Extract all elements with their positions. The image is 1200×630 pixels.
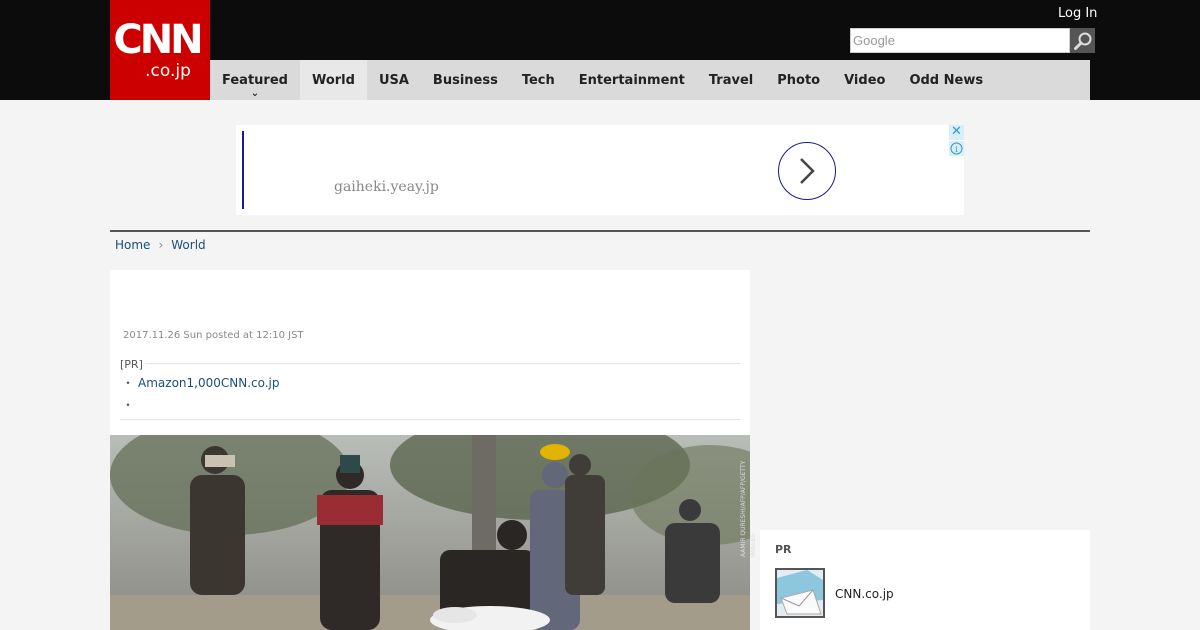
photo-credit: AAMIR QURESHI/AFP/AFP/GETTY IMAGES bbox=[740, 460, 757, 557]
pr-top-rule bbox=[120, 363, 740, 364]
chevron-down-icon: ⌄ bbox=[250, 88, 260, 99]
nav-item-tech[interactable]: Tech bbox=[510, 60, 567, 100]
breadcrumb-world[interactable]: World bbox=[171, 238, 205, 252]
chevron-right-icon bbox=[800, 158, 815, 184]
nav-item-photo[interactable]: Photo bbox=[765, 60, 832, 100]
nav-item-world[interactable]: World bbox=[299, 60, 367, 100]
pr-bottom-rule bbox=[120, 419, 740, 420]
nav-item-featured[interactable]: Featured ⌄ bbox=[210, 60, 300, 100]
pr-list-item: ・ bbox=[122, 396, 138, 413]
sidebar-pr-thumbnail[interactable] bbox=[775, 568, 825, 618]
nav-item-travel[interactable]: Travel bbox=[697, 60, 765, 100]
ad-close-icon[interactable]: ✕ bbox=[949, 125, 964, 140]
nav-item-label: Business bbox=[432, 72, 498, 88]
nav-item-video[interactable]: Video bbox=[832, 60, 897, 100]
ad-banner[interactable]: gaiheki.yeay.jp bbox=[236, 125, 964, 215]
search-icon bbox=[1073, 32, 1091, 50]
nav-item-usa[interactable]: USA bbox=[367, 60, 421, 100]
bullet: ・ bbox=[122, 376, 135, 390]
ad-accent-bar bbox=[242, 131, 244, 209]
article-date: 2017.11.26 Sun posted at 12:10 JST bbox=[123, 330, 304, 341]
pr-list-item: ・ Amazon1,000CNN.co.jp bbox=[122, 374, 280, 391]
logo-text: CNN bbox=[113, 17, 203, 63]
sidebar-pr-label: PR bbox=[775, 543, 792, 556]
sidebar-pr-title[interactable]: CNN.co.jp bbox=[835, 587, 894, 601]
info-icon: i bbox=[950, 142, 963, 155]
nav-item-label: Tech bbox=[521, 72, 555, 88]
nav-item-label: Entertainment bbox=[578, 72, 685, 88]
main-nav: Featured ⌄ World USA Business Tech Enter… bbox=[210, 60, 1090, 100]
sidebar-pr-box: PR CNN.co.jp bbox=[760, 530, 1090, 630]
breadcrumb-separator: › bbox=[158, 238, 164, 252]
nav-item-label: World bbox=[311, 72, 355, 88]
logo-domain: .co.jp bbox=[145, 61, 191, 81]
nav-item-odd-news[interactable]: Odd News bbox=[897, 60, 995, 100]
article-header-card: 2017.11.26 Sun posted at 12:10 JST [PR] … bbox=[110, 270, 750, 435]
breadcrumb: Home › World bbox=[115, 238, 206, 252]
nav-item-label: USA bbox=[378, 72, 409, 88]
search-button[interactable] bbox=[1070, 28, 1095, 53]
ad-info-icon[interactable]: i bbox=[949, 141, 964, 156]
nav-item-label: Featured bbox=[222, 72, 288, 88]
ad-domain: gaiheki.yeay.jp bbox=[334, 179, 439, 195]
nav-item-business[interactable]: Business bbox=[421, 60, 510, 100]
bullet: ・ bbox=[122, 398, 135, 412]
ad-next-button[interactable] bbox=[778, 142, 836, 200]
nav-item-label: Odd News bbox=[909, 72, 984, 88]
search-input[interactable]: Google bbox=[850, 28, 1070, 53]
pr-link[interactable]: Amazon1,000CNN.co.jp bbox=[138, 376, 280, 390]
nav-item-label: Photo bbox=[777, 72, 821, 88]
pr-label: [PR] bbox=[120, 358, 145, 371]
nav-item-label: Travel bbox=[708, 72, 754, 88]
envelope-icon bbox=[777, 570, 823, 616]
login-link[interactable]: Log In bbox=[1058, 6, 1097, 21]
article-photo bbox=[110, 435, 750, 630]
nav-item-entertainment[interactable]: Entertainment bbox=[567, 60, 697, 100]
section-divider bbox=[110, 230, 1090, 232]
nav-item-label: Video bbox=[844, 72, 886, 88]
info-glyph: i bbox=[955, 145, 958, 154]
breadcrumb-home[interactable]: Home bbox=[115, 238, 150, 252]
cnn-logo[interactable]: CNN .co.jp bbox=[110, 0, 210, 100]
